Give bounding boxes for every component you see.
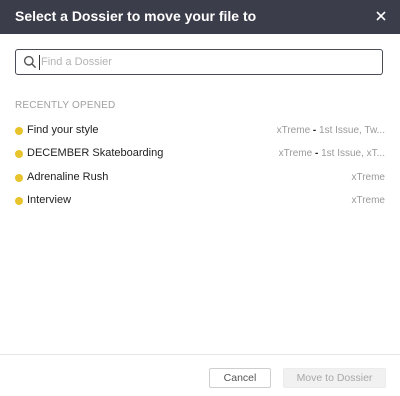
dossier-name: Interview [27,193,72,206]
issue-name: 1st Issue, xT... [321,148,385,160]
dossier-name: Find your style [27,124,99,136]
dossier-location: xTreme - 1st Issue, Tw... [277,125,385,136]
text-cursor [39,55,40,70]
dialog-footer: Cancel Move to Dossier [0,354,400,396]
dossier-name: DECEMBER Skateboarding [27,147,164,160]
publication-name: xTreme [351,194,385,206]
dialog-header: Select a Dossier to move your file to [0,0,400,34]
search-icon [23,55,37,69]
issue-name: 1st Issue, Tw... [319,125,385,136]
search-field[interactable] [15,49,383,75]
close-icon[interactable] [374,9,388,23]
dossier-list: Find your style xTreme - 1st Issue, Tw..… [0,120,400,213]
dialog-title: Select a Dossier to move your file to [15,8,257,24]
move-file-dialog: Select a Dossier to move your file to RE… [0,0,400,396]
location-separator: - [310,125,320,136]
dossier-name: Adrenaline Rush [27,170,109,183]
publication-name: xTreme [276,125,311,136]
section-label-recently-opened: RECENTLY OPENED [15,100,116,111]
publication-name: xTreme [351,171,385,183]
location-separator: - [312,148,322,160]
status-dot-icon [15,173,23,182]
move-to-dossier-button[interactable]: Move to Dossier [283,368,386,388]
cancel-button[interactable]: Cancel [209,368,271,388]
dossier-location: xTreme [351,195,385,206]
status-dot-icon [15,196,23,205]
status-dot-icon [15,127,23,135]
publication-name: xTreme [278,148,313,160]
dossier-item[interactable]: Interview xTreme [0,190,400,213]
dossier-item[interactable]: Adrenaline Rush xTreme [0,167,400,190]
dossier-item[interactable]: DECEMBER Skateboarding xTreme - 1st Issu… [0,143,400,166]
dossier-item[interactable]: Find your style xTreme - 1st Issue, Tw..… [0,120,400,143]
dossier-location: xTreme - 1st Issue, xT... [279,148,385,159]
status-dot-icon [15,150,23,159]
dossier-location: xTreme [351,172,385,183]
search-input[interactable] [41,52,361,72]
